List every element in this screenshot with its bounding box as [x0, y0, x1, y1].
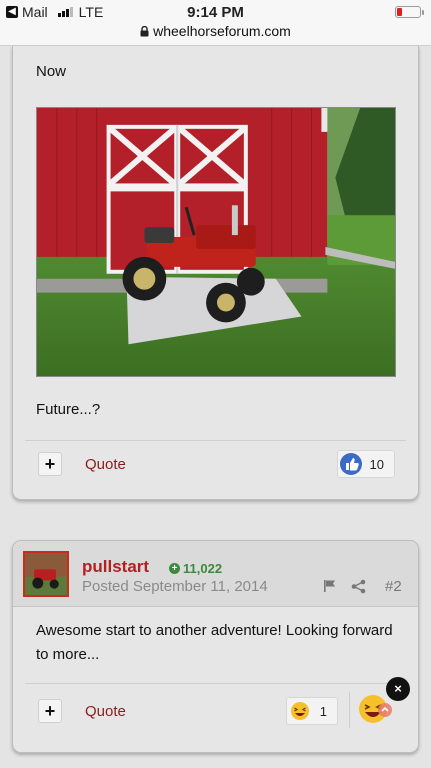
post-header: pullstart + 11,022 Posted September 11, … [13, 541, 418, 607]
reputation-count: 11,022 [183, 561, 223, 576]
multiquote-plus-button[interactable]: + [38, 699, 62, 723]
clock: 9:14 PM [187, 4, 244, 21]
report-flag-icon[interactable] [323, 579, 337, 593]
post-body: Awesome start to another adventure! Look… [36, 622, 393, 663]
post-actions: + Quote 1 [25, 683, 406, 729]
post-actions: + Quote 10 [25, 440, 406, 486]
username-link[interactable]: pullstart [82, 557, 149, 577]
post-text-now: Now [36, 63, 67, 80]
battery-icon [395, 6, 424, 18]
ios-status-bar: ◀ Mail LTE 9:14 PM wheelhorseforum.com [0, 0, 431, 46]
thumbs-up-icon [340, 453, 362, 475]
reaction-haha[interactable]: 1 [286, 697, 338, 725]
reputation-badge: + 11,022 [169, 561, 222, 576]
divider [349, 692, 350, 728]
laughing-emoji-icon [291, 702, 309, 720]
quote-link[interactable]: Quote [85, 703, 126, 720]
tractor-barn-photo[interactable] [36, 107, 396, 377]
multiquote-plus-button[interactable]: + [38, 452, 62, 476]
close-reaction-button[interactable]: × [386, 677, 410, 701]
quote-link[interactable]: Quote [85, 456, 126, 473]
post-text-future: Future...? [36, 401, 101, 418]
post-number-link[interactable]: #2 [385, 578, 402, 595]
reaction-count: 1 [319, 704, 327, 719]
post-timestamp[interactable]: Posted September 11, 2014 [82, 578, 268, 595]
reaction-count: 10 [369, 457, 384, 472]
url-bar[interactable]: wheelhorseforum.com [0, 23, 431, 39]
share-icon[interactable] [351, 579, 366, 594]
forum-post: Now Future...? + Quote 10 [12, 46, 419, 500]
avatar[interactable] [23, 551, 69, 597]
reaction-like[interactable]: 10 [337, 450, 395, 478]
plus-circle-icon: + [169, 563, 180, 574]
url-text: wheelhorseforum.com [153, 23, 291, 39]
lock-icon [140, 25, 149, 37]
